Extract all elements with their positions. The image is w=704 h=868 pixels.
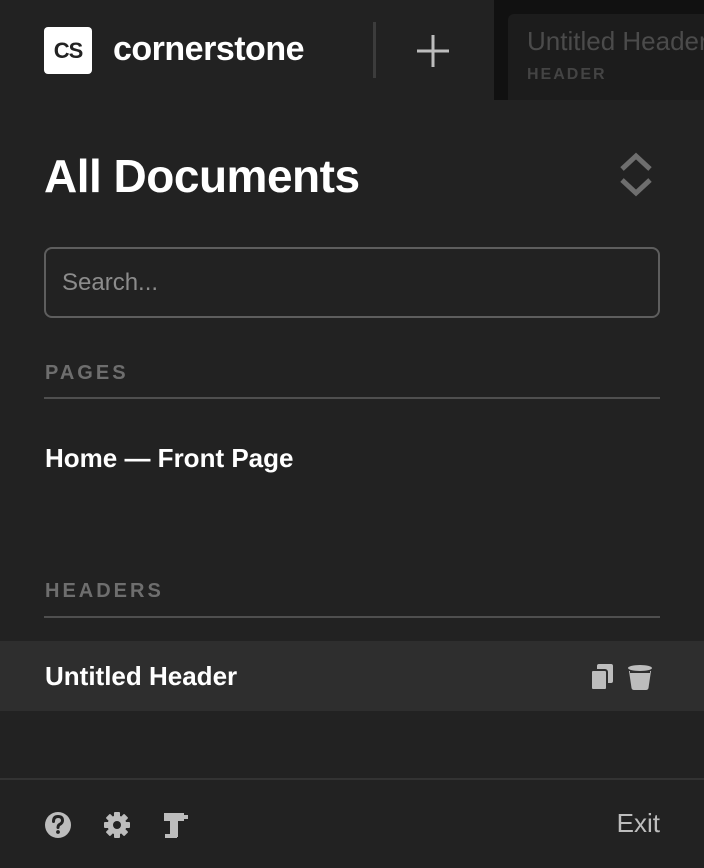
header-item[interactable]: Untitled Header	[0, 641, 704, 711]
search-input[interactable]	[44, 247, 660, 318]
add-document-button[interactable]	[410, 28, 456, 74]
page-item-label: Home — Front Page	[45, 442, 294, 473]
settings-button[interactable]	[103, 810, 131, 840]
delete-button[interactable]	[626, 663, 654, 696]
tools-button[interactable]	[162, 810, 190, 840]
footer-divider	[0, 778, 704, 780]
help-icon	[45, 812, 71, 838]
copy-icon	[590, 664, 613, 691]
preview-card[interactable]: Untitled Header HEADER	[508, 14, 704, 100]
sort-toggle-button[interactable]	[616, 150, 656, 200]
preview-panel: Untitled Header HEADER	[494, 0, 704, 100]
section-label-headers: HEADERS	[45, 580, 164, 602]
gear-icon	[104, 812, 130, 838]
exit-button[interactable]: Exit	[617, 808, 660, 839]
section-divider	[44, 397, 660, 399]
section-divider	[44, 616, 660, 618]
page-item[interactable]: Home — Front Page	[0, 423, 704, 493]
top-bar: CS cornerstone	[0, 0, 494, 100]
duplicate-button[interactable]	[590, 663, 614, 696]
logo-wordmark: cornerstone	[113, 30, 305, 68]
plus-icon	[417, 35, 449, 67]
page-title: All Documents	[44, 150, 360, 202]
document-manager: CS cornerstone Untitled Header HEADER Al…	[0, 0, 704, 868]
preview-title: Untitled Header	[527, 26, 704, 56]
builder-tool-icon	[164, 813, 188, 838]
logo-badge: CS	[44, 27, 92, 74]
divider	[373, 22, 376, 78]
section-label-pages: PAGES	[45, 362, 129, 384]
trash-icon	[628, 665, 652, 690]
sort-icon	[620, 152, 652, 197]
row-actions	[590, 663, 654, 696]
preview-type: HEADER	[527, 66, 607, 83]
header-item-label: Untitled Header	[45, 660, 238, 691]
help-button[interactable]	[44, 810, 72, 840]
